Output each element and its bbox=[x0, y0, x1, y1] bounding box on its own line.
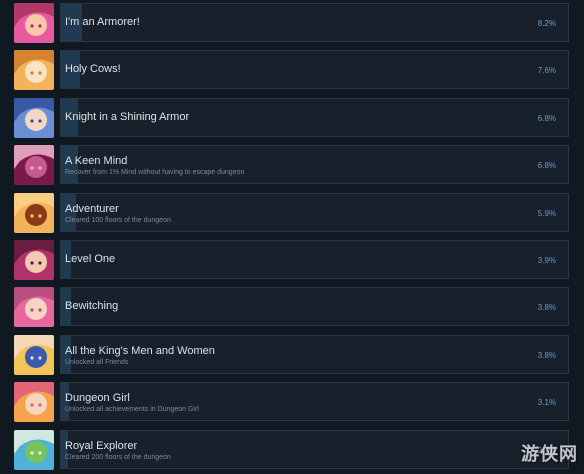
achievement-description: Unlocked all Friends bbox=[65, 358, 129, 366]
achievement-title: Level One bbox=[65, 253, 116, 265]
unlock-percentage: 6.8% bbox=[537, 161, 556, 171]
achievement-title: Holy Cows! bbox=[65, 63, 121, 76]
achievement-progress-bar: Knight in a Shining Armor 6.8% bbox=[60, 97, 569, 137]
achievement-title: Royal Explorer bbox=[65, 439, 138, 452]
achievement-progress-bar: I'm an Armorer! 8.2% bbox=[60, 3, 569, 42]
armorer-icon bbox=[14, 3, 54, 43]
achievement-row[interactable]: Adventurer Cleared 100 floors of the dung… bbox=[0, 190, 584, 237]
achievement-row[interactable]: Dungeon Girl Unlocked all achievements in… bbox=[0, 379, 584, 426]
kings-men-icon bbox=[14, 334, 54, 375]
bewitching-icon bbox=[14, 287, 54, 328]
dungeon-girl-icon bbox=[14, 382, 54, 423]
achievement-progress-bar: Holy Cows! 7.6% bbox=[60, 50, 569, 90]
achievement-row[interactable]: Royal Explorer Cleared 200 floors of the … bbox=[0, 427, 584, 474]
keen-mind-icon bbox=[14, 145, 54, 186]
achievement-description: Cleared 200 floors of the dungeon bbox=[65, 453, 171, 461]
achievement-title: A Keen Mind bbox=[65, 155, 128, 168]
unlock-percentage: 3.1% bbox=[537, 398, 556, 408]
unlock-percentage: 3.9% bbox=[537, 256, 556, 265]
achievement-row[interactable]: A Keen Mind Recover from 1% Mind without … bbox=[0, 142, 584, 189]
achievement-title: Knight in a Shining Armor bbox=[65, 110, 190, 123]
royal-explorer-icon bbox=[14, 429, 54, 470]
unlock-percentage: 7.6% bbox=[537, 66, 556, 76]
holy-cows-icon bbox=[14, 50, 54, 91]
achievement-description: Recover from 1% Mind without having to e… bbox=[65, 169, 245, 177]
achievement-title: Adventurer bbox=[65, 202, 119, 215]
watermark-logo: 游侠网 bbox=[521, 444, 578, 465]
adventurer-icon bbox=[14, 192, 54, 233]
achievement-progress-bar: Dungeon Girl Unlocked all achievements in… bbox=[60, 382, 569, 422]
achievement-description: Cleared 100 floors of the dungeon bbox=[65, 216, 171, 224]
achievement-progress-bar: All the King's Men and Women Unlocked all… bbox=[60, 334, 569, 374]
knight-icon bbox=[14, 97, 54, 138]
unlock-percentage: 3.8% bbox=[537, 350, 556, 360]
unlock-percentage: 8.2% bbox=[537, 19, 556, 28]
achievement-progress-bar: Bewitching 3.8% bbox=[60, 287, 569, 327]
achievement-title: Bewitching bbox=[65, 300, 119, 313]
unlock-percentage: 6.8% bbox=[537, 113, 556, 123]
achievement-row[interactable]: Bewitching 3.8% bbox=[0, 284, 584, 331]
achievement-description: Unlocked all achievements in Dungeon Gir… bbox=[65, 406, 199, 414]
achievement-title: Dungeon Girl bbox=[65, 392, 130, 405]
achievement-title: All the King's Men and Women bbox=[65, 344, 215, 357]
level-one-icon bbox=[14, 240, 54, 280]
achievement-row[interactable]: All the King's Men and Women Unlocked all… bbox=[0, 332, 584, 379]
achievement-progress-bar: Level One 3.9% bbox=[60, 240, 569, 279]
unlock-percentage: 5.9% bbox=[537, 208, 556, 218]
achievement-row[interactable]: Holy Cows! 7.6% bbox=[0, 47, 584, 94]
achievement-progress-bar: Adventurer Cleared 100 floors of the dung… bbox=[60, 192, 569, 232]
achievement-title: I'm an Armorer! bbox=[65, 16, 140, 28]
achievement-progress-bar: Royal Explorer Cleared 200 floors of the … bbox=[60, 429, 569, 469]
achievement-row[interactable]: Knight in a Shining Armor 6.8% bbox=[0, 95, 584, 142]
achievement-progress-bar: A Keen Mind Recover from 1% Mind without … bbox=[60, 145, 569, 185]
achievement-row[interactable]: I'm an Armorer! 8.2% bbox=[0, 0, 584, 47]
achievement-row[interactable]: Level One 3.9% bbox=[0, 237, 584, 284]
unlock-percentage: 3.8% bbox=[537, 303, 556, 313]
